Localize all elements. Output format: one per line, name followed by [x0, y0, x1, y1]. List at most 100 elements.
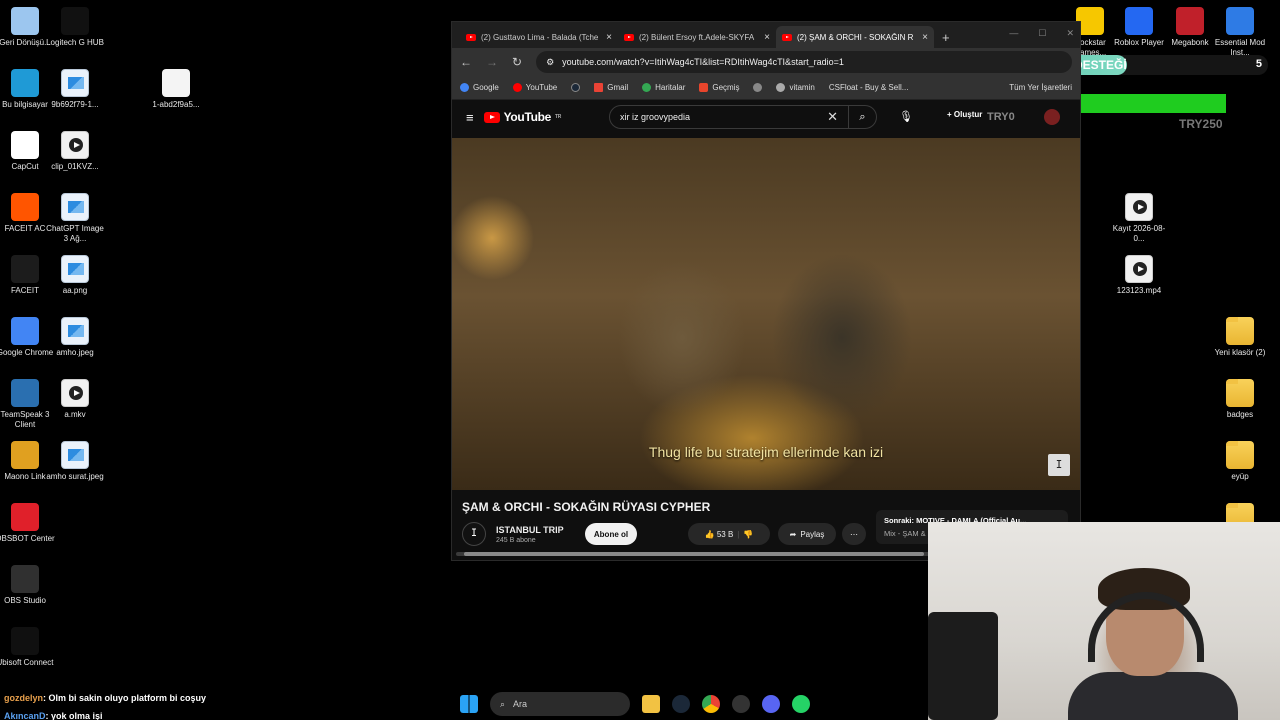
tab-title: (2) ŞAM & ORCHI - SOKAĞIN R	[797, 32, 914, 42]
desktop-icon-left-8[interactable]: ChatGPT Image 3 Ağ...	[45, 193, 105, 244]
desktop-icon-left-4[interactable]: 1-abd2f9a5...	[146, 69, 206, 110]
youtube-icon	[466, 33, 476, 41]
webcam-feed	[928, 522, 1280, 720]
whatsapp-icon[interactable]	[792, 695, 810, 713]
desktop-icon-label: 1-abd2f9a5...	[152, 100, 200, 109]
image-file-icon	[61, 69, 89, 97]
donation-target: TRY250	[1179, 117, 1223, 131]
desktop-icon-left-10[interactable]: aa.png	[45, 255, 105, 296]
share-button[interactable]: ➦ Paylaş	[778, 523, 836, 545]
avatar[interactable]	[1044, 109, 1060, 125]
reload-icon[interactable]: ↻	[512, 55, 522, 69]
desktop-icon-left-14[interactable]: a.mkv	[45, 379, 105, 420]
more-actions-button[interactable]: ⋯	[842, 523, 866, 545]
taskbar: ⌕ Ara	[460, 690, 810, 718]
stream-chat: gozdelyn: Olm bi sakin oluyo platform bi…	[4, 689, 206, 720]
folder-icon	[1226, 441, 1254, 469]
steam-icon[interactable]	[672, 695, 690, 713]
bookmark-csfloat[interactable]: CSFloat - Buy & Sell...	[829, 83, 909, 92]
new-tab-button[interactable]: +	[934, 30, 958, 48]
desktop-icon-left-19[interactable]: Ubisoft Connect	[0, 627, 55, 668]
bookmark-gmail[interactable]: Gmail	[594, 83, 628, 92]
dislike-button[interactable]: 👎	[743, 530, 753, 539]
desktop-icon-right-6[interactable]: Yeni klasör (2)	[1210, 317, 1270, 358]
app-icon	[11, 317, 39, 345]
bookmark-maps[interactable]: Haritalar	[642, 83, 685, 92]
menu-icon[interactable]: ≡	[466, 110, 474, 125]
desktop-icon-label: Yeni klasör (2)	[1214, 348, 1266, 357]
folder-icon	[1226, 379, 1254, 407]
image-file-icon	[61, 255, 89, 283]
site-info-icon[interactable]: ⚙	[546, 57, 554, 68]
windows-start-icon[interactable]	[460, 695, 478, 713]
desktop-icon-label: OBSBOT Center	[0, 534, 55, 543]
desktop-icon-label: amho.jpeg	[56, 348, 94, 357]
close-window-icon[interactable]: ✕	[1066, 28, 1074, 39]
desktop-icon-left-18[interactable]: OBS Studio	[0, 565, 55, 606]
channel-avatar[interactable]: ⵊ	[462, 522, 486, 546]
minimize-icon[interactable]: —	[1009, 28, 1018, 39]
chrome-icon[interactable]	[702, 695, 720, 713]
desktop-icon-label: eyüp	[1231, 472, 1249, 481]
desktop-icon-label: 123123.mp4	[1116, 286, 1162, 295]
bookmark-google[interactable]: Google	[460, 83, 499, 92]
desktop-icon-left-1[interactable]: Logitech G HUB	[45, 7, 105, 48]
youtube-logo[interactable]: YouTube TR	[483, 110, 561, 124]
desktop-icon-left-16[interactable]: amho surat.jpeg	[45, 441, 105, 482]
forward-icon[interactable]: →	[486, 55, 498, 69]
desktop-icon-right-7[interactable]: badges	[1210, 379, 1270, 420]
create-button[interactable]: + Oluştur	[947, 110, 982, 119]
desktop-icon-label: Ubisoft Connect	[0, 658, 54, 667]
mic-icon[interactable]: 🎙	[899, 110, 913, 123]
bookmark-globe[interactable]	[753, 83, 763, 92]
subscriber-count: 245 B abone	[496, 536, 536, 544]
desktop-icon-right-5[interactable]: 123123.mp4	[1109, 255, 1169, 296]
bookmark-all[interactable]: Tüm Yer İşaretleri	[1009, 83, 1072, 92]
app-icon	[61, 7, 89, 35]
desktop-icon-left-12[interactable]: amho.jpeg	[45, 317, 105, 358]
video-player[interactable]: Thug life bu stratejim ellerimde kan izi…	[452, 138, 1080, 490]
obs-icon[interactable]	[732, 695, 750, 713]
close-icon[interactable]: ×	[764, 32, 770, 43]
browser-tab-2[interactable]: (2) Bülent Ersoy ft.Adele-SKYFA ×	[618, 26, 776, 48]
bookmark-vitamin[interactable]: vitamin	[776, 83, 815, 92]
taskbar-search[interactable]: ⌕ Ara	[490, 692, 630, 716]
bookmark-youtube[interactable]: YouTube	[512, 83, 557, 92]
image-file-icon	[61, 441, 89, 469]
browser-tab-3[interactable]: (2) ŞAM & ORCHI - SOKAĞIN R ×	[776, 26, 934, 48]
like-dislike-group: 👍 53 B | 👎	[688, 523, 770, 545]
channel-name[interactable]: ISTANBUL TRIP	[496, 525, 564, 535]
image-file-icon	[61, 193, 89, 221]
desktop-icon-left-3[interactable]: 9b692f79-1...	[45, 69, 105, 110]
desktop-icon-label: Logitech G HUB	[46, 38, 104, 47]
search-button[interactable]: ⌕	[849, 105, 877, 129]
clear-search-icon[interactable]: ✕	[827, 109, 838, 125]
app-icon	[11, 131, 39, 159]
app-icon	[11, 379, 39, 407]
video-file-icon	[1125, 193, 1153, 221]
close-icon[interactable]: ×	[606, 32, 612, 43]
url-field[interactable]: ⚙ youtube.com/watch?v=ItihWag4cTI&list=RD…	[536, 51, 1072, 73]
file-explorer-icon[interactable]	[642, 695, 660, 713]
channel-watermark[interactable]: ⵊ	[1048, 454, 1070, 476]
desktop-icon-left-6[interactable]: clip_01KVZ...	[45, 131, 105, 172]
close-icon[interactable]: ×	[922, 32, 928, 43]
desktop-icon-label: ChatGPT Image 3 Ağ...	[46, 224, 104, 243]
video-file-icon	[1125, 255, 1153, 283]
discord-icon[interactable]	[762, 695, 780, 713]
desktop-icon-right-8[interactable]: eyüp	[1210, 441, 1270, 482]
desktop-icon-right-3[interactable]: Essential Mod Inst...	[1210, 7, 1270, 58]
like-button[interactable]: 👍 53 B	[705, 530, 734, 539]
browser-tab-1[interactable]: (2) Gusttavo Lima - Balada (Tche ×	[460, 26, 618, 48]
bookmark-history[interactable]: Geçmiş	[699, 83, 739, 92]
maximize-icon[interactable]: ☐	[1038, 28, 1046, 39]
desktop-icon-left-17[interactable]: OBSBOT Center	[0, 503, 55, 544]
search-input[interactable]: xir iz groovypedia ✕	[609, 105, 849, 129]
youtube-icon	[782, 33, 792, 41]
subscribe-button[interactable]: Abone ol	[585, 523, 637, 545]
desktop-icon-label: OBS Studio	[4, 596, 46, 605]
chat-message: gozdelyn: Olm bi sakin oluyo platform bi…	[4, 693, 207, 703]
back-icon[interactable]: ←	[460, 55, 472, 69]
desktop-icon-right-4[interactable]: Kayıt 2026-08-0...	[1109, 193, 1169, 244]
bookmark-steam[interactable]	[571, 83, 581, 92]
